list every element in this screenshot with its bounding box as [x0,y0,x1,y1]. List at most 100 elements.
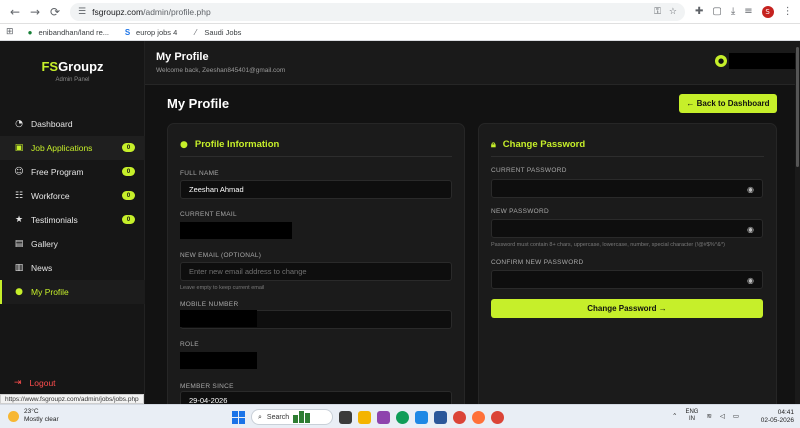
new-email-input[interactable]: Enter new email address to change [180,262,452,281]
edge-icon[interactable] [396,410,409,424]
extensions-icon[interactable]: ✚ [695,6,703,17]
chrome-icon[interactable] [453,410,466,424]
redacted-role [180,352,257,369]
downloads-icon[interactable]: ⤓ [731,6,735,17]
password-card-heading: 🔒︎ Change Password [491,139,586,150]
sidebar: FSGroupz Admin Panel ◔ Dashboard ▣ Job A… [0,41,145,404]
apps-grid-icon[interactable]: ⊞ [6,27,14,37]
admin-app: FSGroupz Admin Panel ◔ Dashboard ▣ Job A… [0,41,800,413]
sidebar-item-testimonials[interactable]: ★ Testimonials 0 [0,208,145,232]
file-explorer-icon[interactable] [358,410,371,424]
search-icon: ⌕ [258,412,262,421]
store-icon[interactable] [415,410,428,424]
sidebar-item-job-applications[interactable]: ▣ Job Applications 0 [0,136,145,160]
sidebar-item-free-program[interactable]: ☺ Free Program 0 [0,160,145,184]
profile-card-heading: ● Profile Information [180,139,280,150]
bookmark-label: enibandhan/land re... [38,27,110,37]
windows-taskbar: 23°C Mostly clear ⌕ Search ⌃ ENG IN ≋ ◁ … [0,404,800,428]
address-bar[interactable]: ☰ fsgroupz.com/admin/profile.php ⚿ ☆ [70,2,685,21]
user-circle-icon: ● [180,139,188,150]
change-password-button[interactable]: Change Password → [491,299,763,318]
vscode-icon[interactable] [434,410,447,424]
user-avatar-icon[interactable]: ● [715,55,727,67]
reload-icon[interactable]: ⟳ [46,3,64,21]
full-name-input[interactable]: Zeeshan Ahmad [180,180,452,199]
divider [180,156,452,157]
link-status-bar: https://www.fsgroupz.com/admin/jobs/jobs… [0,394,144,404]
count-badge: 0 [122,191,135,200]
weather-widget[interactable]: 23°C Mostly clear [8,408,59,424]
bookmark-star-icon[interactable]: ☆ [669,7,677,17]
password-rules-hint: Password must contain 8+ chars, uppercas… [491,242,725,248]
scrollbar-thumb[interactable] [796,47,799,167]
trees-icon [293,411,317,423]
chevron-up-icon[interactable]: ⌃ [672,412,677,420]
bookmark-item[interactable]: ● enibandhan/land re... [26,28,109,37]
eye-icon[interactable]: ◉ [747,276,754,285]
mobile-number-label: MOBILE NUMBER [180,301,239,308]
bookmark-item[interactable]: S europ jobs 4 [123,28,177,37]
taskbar-clock[interactable]: 04:41 02-05-2026 [756,409,794,425]
eye-icon[interactable]: ◉ [747,225,754,234]
wifi-icon[interactable]: ≋ [706,412,711,420]
users-icon: ☺ [14,167,24,177]
eye-icon[interactable]: ◉ [747,185,754,194]
redacted-mobile-number [180,310,257,327]
volume-icon[interactable]: ◁ [720,412,725,420]
tab-groups-icon[interactable]: ▢ [712,6,721,17]
moon-weather-icon [8,410,19,422]
new-email-hint: Leave empty to keep current email [180,285,265,291]
battery-icon[interactable]: ▭ [733,412,739,420]
s-logo-icon: S [124,27,131,37]
logout-icon: ⇥ [14,378,22,388]
chrome-profile-icon[interactable] [491,410,504,424]
site-info-icon[interactable]: ☰ [78,7,86,17]
browser-toolbar: ← → ⟳ ☰ fsgroupz.com/admin/profile.php ⚿… [0,0,800,24]
media-icon[interactable]: ≡ [744,6,752,17]
role-label: ROLE [180,341,199,348]
logout-link[interactable]: ⇥ Logout [14,378,56,388]
key-icon[interactable]: ⚿ [654,7,661,17]
page-scrollbar[interactable] [795,41,800,404]
url-host: fsgroupz.com [92,6,144,17]
sidebar-item-dashboard[interactable]: ◔ Dashboard [0,112,145,136]
task-view-icon[interactable] [339,410,352,424]
bookmark-label: Saudi Jobs [204,27,242,37]
profile-information-card: ● Profile Information FULL NAME Zeeshan … [167,123,465,413]
language-indicator[interactable]: ENG IN [685,409,698,423]
firefox-icon[interactable] [472,410,485,424]
full-name-label: FULL NAME [180,170,219,177]
new-password-input[interactable]: ◉ [491,219,763,238]
brand-logo[interactable]: FSGroupz [0,59,145,74]
sidebar-item-news[interactable]: ▥ News [0,256,145,280]
redacted-username [729,53,800,69]
weather-temp: 23°C [24,408,39,415]
main-content: My Profile ← Back to Dashboard ● Profile… [145,85,800,413]
system-tray: ⌃ ENG IN ≋ ◁ ▭ [672,409,739,423]
profile-avatar[interactable]: S [761,5,774,18]
back-to-dashboard-button[interactable]: ← Back to Dashboard [679,94,777,113]
count-badge: 0 [122,215,135,224]
forward-arrow-icon[interactable]: → [26,3,44,21]
redacted-current-email [180,222,292,239]
bookmarks-bar: ⊞ ● enibandhan/land re... S europ jobs 4… [0,24,800,41]
sidebar-item-workforce[interactable]: ☷ Workforce 0 [0,184,145,208]
taskbar-search[interactable]: ⌕ Search [251,409,333,425]
topbar: My Profile Welcome back, Zeeshan845401@g… [145,41,800,85]
image-icon: ▤ [14,239,24,249]
bookmark-item[interactable]: ⁄ Saudi Jobs [191,28,241,37]
menu-kebab-icon[interactable]: ⋮ [783,6,793,17]
lock-icon: 🔒︎ [491,139,496,150]
current-email-label: CURRENT EMAIL [180,211,237,218]
windows-start-icon[interactable] [232,410,245,424]
back-arrow-icon[interactable]: ← [6,3,24,21]
workforce-icon: ☷ [14,191,24,201]
page-title: My Profile [167,96,230,111]
copilot-icon[interactable] [377,410,390,424]
sidebar-item-my-profile[interactable]: ● My Profile [0,280,145,304]
url-path: /admin/profile.php [143,6,211,17]
current-password-input[interactable]: ◉ [491,179,763,198]
sidebar-item-gallery[interactable]: ▤ Gallery [0,232,145,256]
topbar-title: My Profile [156,51,209,63]
confirm-password-input[interactable]: ◉ [491,270,763,289]
